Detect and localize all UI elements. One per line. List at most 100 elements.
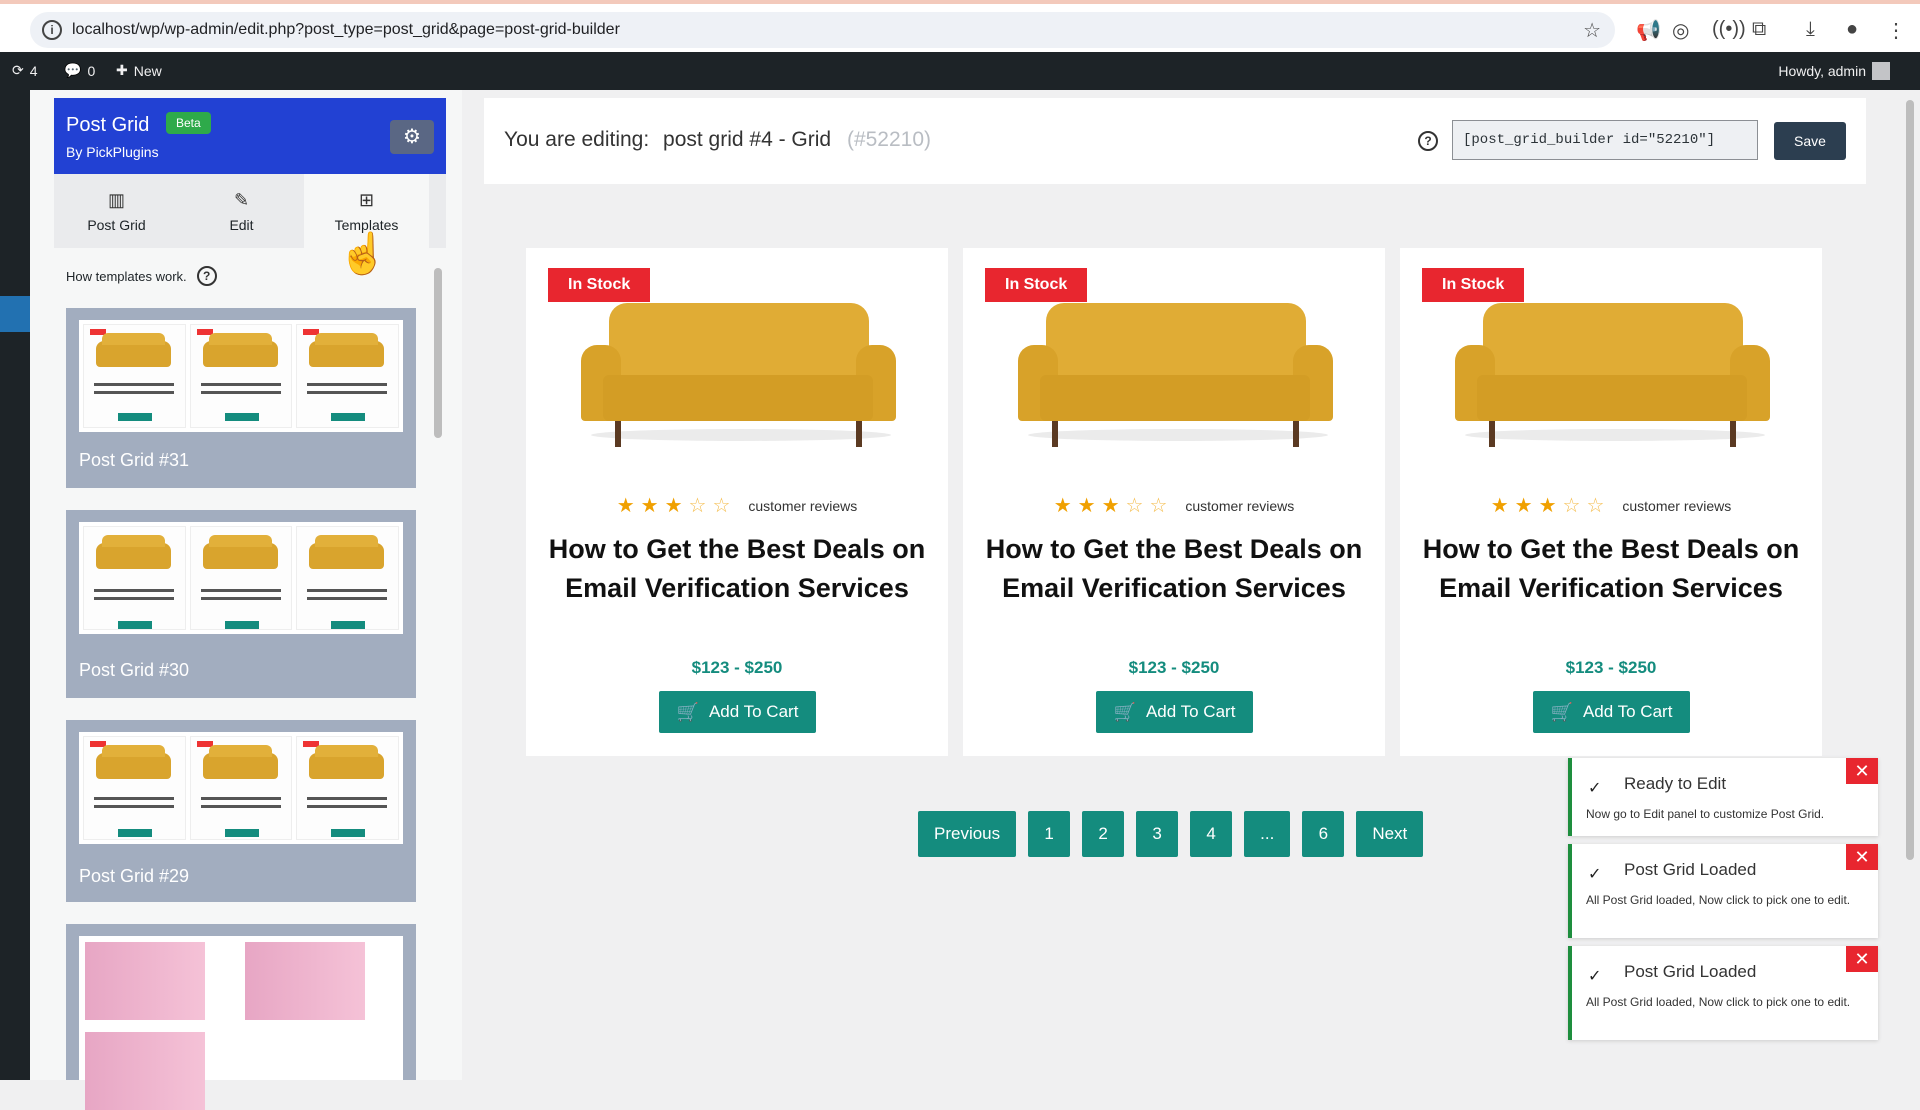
template-card[interactable]: Post Grid #31 [66,308,416,488]
pencil-icon: ✎ [233,189,250,210]
star-empty-icon: ☆ [1586,495,1605,517]
cart-label: Add To Cart [1582,702,1673,721]
new-content-link[interactable]: ✚ New [116,62,162,79]
download-icon[interactable]: ⤓ [1806,18,1815,41]
cart-icon: 🛒 [1113,701,1136,722]
stock-badge: In Stock [548,268,651,302]
star-filled-icon: ★ [1514,495,1533,517]
browser-toolbar: i localhost/wp/wp-admin/edit.php?post_ty… [0,0,1920,52]
gear-icon: ⚙ [403,126,421,148]
page-button[interactable]: 6 [1302,811,1345,857]
bookmark-star-icon[interactable]: ☆ [1583,18,1601,43]
product-card[interactable]: In Stock ★ ★ ★ ☆ ☆ customer reviews How to G… [526,248,948,756]
new-label: New [133,62,162,79]
tab-edit[interactable]: ✎ Edit [179,174,304,248]
question-icon[interactable]: ? [196,266,217,286]
product-title[interactable]: How to Get the Best Deals on Email Verif… [546,530,928,608]
scroll-thumb[interactable] [1906,100,1914,860]
preview-card [83,736,186,840]
template-card[interactable] [66,924,416,1110]
beta-badge: Beta [166,112,211,134]
shortcode-input[interactable] [1452,120,1758,160]
settings-button[interactable]: ⚙ [390,120,434,154]
cart-label: Add To Cart [708,702,799,721]
preview-card [85,1032,205,1110]
toast-title: Post Grid Loaded [1624,962,1757,981]
hand-cursor-icon: ☝ [338,232,388,276]
page-button[interactable]: 4 [1190,811,1233,857]
plugin-title: Post Grid [66,114,150,136]
template-preview [79,936,403,1110]
help-text: How templates work. [66,268,187,284]
sofa-image [1455,303,1770,463]
preview-card [245,942,365,1020]
previous-button[interactable]: Previous [918,811,1017,857]
preview-card [296,526,400,630]
pagination: Previous 1 2 3 4 ... 6 Next [918,811,1424,857]
check-icon: ✓ [1588,780,1602,797]
toast-body: All Post Grid loaded, Now click to pick … [1586,893,1851,907]
template-preview [79,522,403,634]
page-ellipsis[interactable]: ... [1244,811,1291,857]
menu-dots-icon[interactable]: ⋮ [1886,18,1906,43]
product-title[interactable]: How to Get the Best Deals on Email Verif… [983,530,1365,608]
star-empty-icon: ☆ [712,495,731,517]
close-icon[interactable]: ✕ [1846,946,1878,972]
product-price: $123 - $250 [691,658,783,677]
product-card[interactable]: In Stock ★ ★ ★ ☆ ☆ customer reviews How to G… [1400,248,1822,756]
add-to-cart-button[interactable]: 🛒 Add To Cart [1096,691,1253,733]
save-button[interactable]: Save [1774,122,1846,160]
review-text: customer reviews [1185,497,1295,514]
next-button[interactable]: Next [1356,811,1424,857]
page-button[interactable]: 3 [1136,811,1179,857]
close-icon[interactable]: ✕ [1846,758,1878,784]
toast-notification: ✓ Post Grid Loaded All Post Grid loaded,… [1568,946,1878,1040]
tab-post-grid[interactable]: ▥ Post Grid [54,174,179,248]
plus-icon: ✚ [116,62,128,78]
scroll-thumb[interactable] [434,268,442,438]
page-scrollbar[interactable] [1906,100,1914,860]
toast-title: Ready to Edit [1624,774,1727,793]
add-to-cart-button[interactable]: 🛒 Add To Cart [1533,691,1690,733]
tab-label: Post Grid [87,216,146,233]
editing-label: You are editing: post grid #4 - Grid (#5… [504,128,931,152]
toast-body: Now go to Edit panel to customize Post G… [1586,807,1825,821]
review-text: customer reviews [1622,497,1732,514]
review-text: customer reviews [748,497,858,514]
question-icon[interactable]: ? [1418,131,1438,151]
account-menu[interactable]: Howdy, admin [1778,62,1890,80]
puzzle-icon[interactable]: ⧉ [1752,18,1766,41]
template-card[interactable]: Post Grid #30 [66,510,416,698]
page-button[interactable]: 1 [1028,811,1071,857]
site-info-icon[interactable]: i [42,20,62,40]
preview-card [83,324,186,428]
wp-admin-bar: ⟳ 4 💬 0 ✚ New Howdy, admin [0,52,1920,90]
product-title[interactable]: How to Get the Best Deals on Email Verif… [1420,530,1802,608]
updates-link[interactable]: ⟳ 4 [12,62,38,79]
comment-icon: 💬 [64,62,82,78]
product-card[interactable]: In Stock ★ ★ ★ ☆ ☆ customer reviews How to G… [963,248,1385,756]
preview-card [83,526,186,630]
extension-icon[interactable]: ◎ [1672,18,1689,43]
megaphone-icon[interactable]: 📢 [1636,18,1661,43]
templates-help[interactable]: How templates work. ? [66,266,217,286]
tab-label: Edit [229,216,254,233]
template-name: Post Grid #30 [79,660,190,680]
star-filled-icon: ★ [640,495,659,517]
broadcast-icon[interactable]: ((•)) [1712,18,1746,41]
comments-link[interactable]: 💬 0 [64,62,95,79]
close-icon[interactable]: ✕ [1846,844,1878,870]
template-card[interactable]: Post Grid #29 [66,720,416,902]
star-filled-icon: ★ [664,495,683,517]
template-preview [79,732,403,844]
star-filled-icon: ★ [1490,495,1509,517]
address-bar[interactable]: i localhost/wp/wp-admin/edit.php?post_ty… [30,12,1615,48]
grid-columns-icon: ▥ [107,189,125,210]
templates-icon: ⊞ [358,189,375,210]
star-filled-icon: ★ [1077,495,1096,517]
templates-scrollbar[interactable] [434,258,442,1078]
profile-icon[interactable]: ● [1846,18,1858,41]
sofa-image [581,303,896,463]
add-to-cart-button[interactable]: 🛒 Add To Cart [659,691,816,733]
page-button[interactable]: 2 [1082,811,1125,857]
